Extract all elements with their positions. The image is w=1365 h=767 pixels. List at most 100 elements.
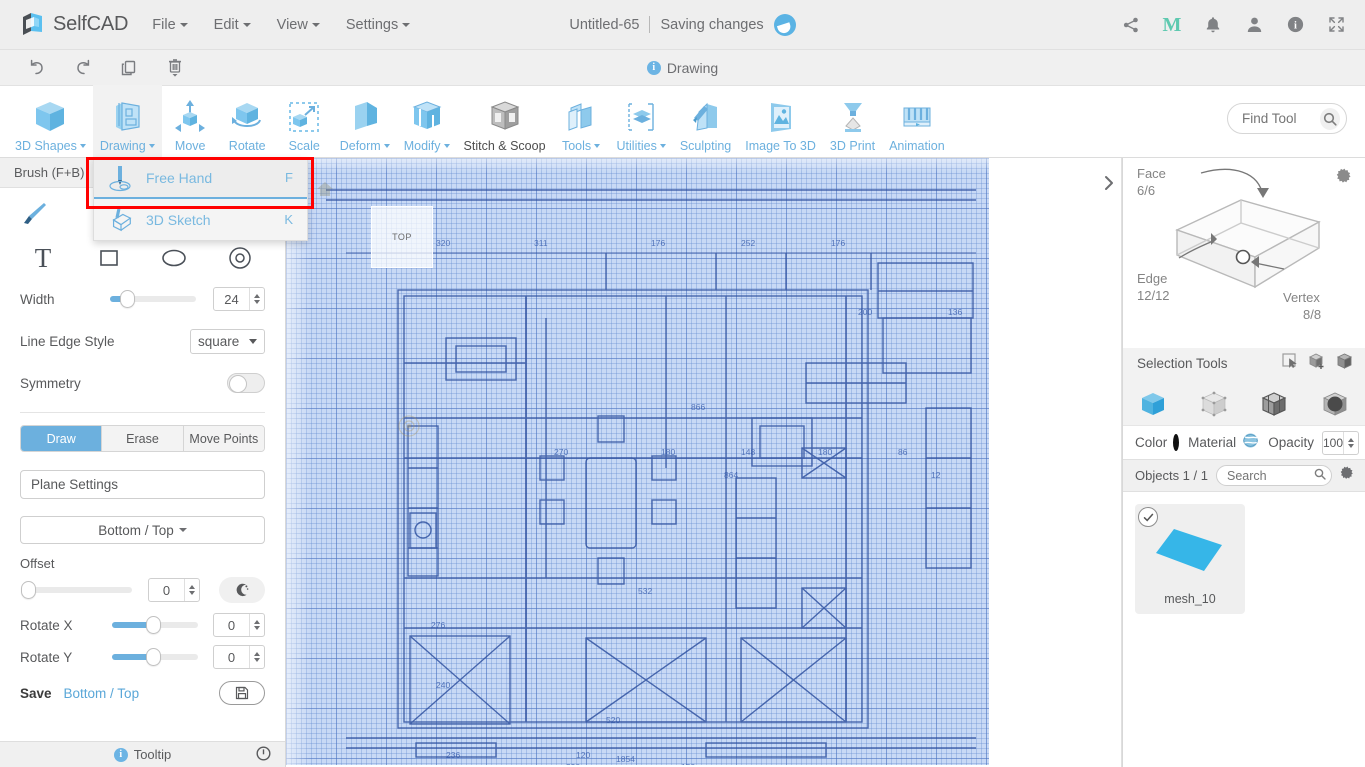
tool-animation-label: Animation <box>889 139 945 153</box>
box-add-select-icon[interactable] <box>1308 352 1326 375</box>
face-mode-icon[interactable] <box>1318 387 1352 421</box>
flip-plane-button[interactable] <box>219 577 265 603</box>
user-account-icon[interactable] <box>1243 14 1265 36</box>
tool-modify[interactable]: Modify <box>397 85 457 157</box>
collapse-right-panel-button[interactable] <box>1096 168 1122 198</box>
opacity-value: 100 <box>1322 435 1343 450</box>
canvas-right-divider <box>1121 158 1122 767</box>
tool-scale[interactable]: Scale <box>276 85 333 157</box>
width-stepper[interactable] <box>249 288 264 310</box>
find-tool-input[interactable] <box>1242 111 1320 126</box>
symmetry-toggle[interactable] <box>227 373 265 393</box>
opacity-input[interactable]: 100 <box>1321 430 1359 455</box>
blueprint-floorplan-image: 320 311 176 252 176 200 136 866 270 180 148 18… <box>286 158 989 765</box>
objects-search-input[interactable] <box>1226 468 1314 483</box>
tool-utilities[interactable]: Utilities <box>610 85 673 157</box>
free-hand-shortcut: F <box>285 170 293 185</box>
ellipse-tool-icon[interactable] <box>155 241 193 275</box>
edge-mode-icon[interactable] <box>1257 387 1291 421</box>
drawing-menu-item-free-hand[interactable]: Free Hand F <box>94 158 307 199</box>
menu-file[interactable]: File <box>150 13 189 37</box>
home-view-icon[interactable] <box>316 180 334 203</box>
offset-numeric-input[interactable]: 0 <box>148 578 200 602</box>
rotate-x-numeric-input[interactable]: 0 <box>213 613 265 637</box>
rotate-x-stepper[interactable] <box>249 614 264 636</box>
tool-deform[interactable]: Deform <box>333 85 397 157</box>
viewport-canvas[interactable]: 320 311 176 252 176 200 136 866 270 180 148 18… <box>286 158 1122 767</box>
search-icon[interactable] <box>1314 467 1326 485</box>
tool-move[interactable]: Move <box>162 85 219 157</box>
plane-settings-select[interactable]: Plane Settings <box>20 470 265 499</box>
svg-text:150: 150 <box>681 762 695 765</box>
mode-erase-button[interactable]: Erase <box>102 426 184 451</box>
notification-bell-icon[interactable] <box>1202 14 1224 36</box>
mega-icon[interactable]: M <box>1161 14 1183 36</box>
object-mode-icon[interactable] <box>1136 387 1170 421</box>
plane-preset-label: Bottom / Top <box>98 522 174 538</box>
drawing-menu-item-3d-sketch[interactable]: 3D Sketch K <box>94 199 307 240</box>
mode-draw-button[interactable]: Draw <box>21 426 103 451</box>
rotate-y-slider[interactable] <box>112 648 198 666</box>
info-icon[interactable]: i <box>1284 14 1306 36</box>
tool-image-to-3d[interactable]: Image To 3D <box>738 85 823 157</box>
fullscreen-icon[interactable] <box>1325 14 1347 36</box>
save-plane-button[interactable] <box>219 681 265 705</box>
divider <box>20 412 265 413</box>
power-info-icon[interactable] <box>256 745 271 764</box>
undo-button[interactable] <box>14 53 60 83</box>
rotate-y-stepper[interactable] <box>249 646 264 668</box>
tab-brush[interactable]: Brush (F+B) <box>0 158 98 187</box>
header-actions: M i <box>1120 14 1353 36</box>
tool-3d-print[interactable]: 3D Print <box>823 85 882 157</box>
rectangle-tool-icon[interactable] <box>90 241 128 275</box>
search-icon[interactable] <box>1320 107 1340 130</box>
tool-rotate[interactable]: Rotate <box>219 85 276 157</box>
rect-select-icon[interactable] <box>1281 352 1298 374</box>
save-target-label[interactable]: Bottom / Top <box>64 686 140 701</box>
line-edge-style-select[interactable]: square <box>190 328 265 354</box>
selection-diagram: Face 6/6 Edge 12/12 Vertex 8/8 <box>1123 158 1365 348</box>
opacity-stepper[interactable] <box>1343 431 1358 454</box>
tool-drawing[interactable]: Drawing <box>92 85 162 157</box>
tool-animation[interactable]: Animation <box>882 85 952 157</box>
plane-preset-button[interactable]: Bottom / Top <box>20 516 265 544</box>
rotate-x-slider[interactable] <box>112 616 198 634</box>
menu-settings[interactable]: Settings <box>344 13 412 37</box>
offset-stepper[interactable] <box>184 579 199 601</box>
tool-tools[interactable]: Tools <box>553 85 610 157</box>
rotate-y-numeric-input[interactable]: 0 <box>213 645 265 669</box>
mode-move-points-button[interactable]: Move Points <box>183 426 264 451</box>
text-tool-icon[interactable]: T <box>24 241 62 275</box>
menu-edit[interactable]: Edit <box>212 13 253 37</box>
animation-icon <box>896 95 938 139</box>
3d-sketch-label: 3D Sketch <box>146 211 211 228</box>
image-to-3d-icon <box>760 95 802 139</box>
tool-3d-shapes[interactable]: 3D Shapes <box>8 85 93 157</box>
circle-dot-tool-icon[interactable] <box>221 241 259 275</box>
svg-text:252: 252 <box>741 238 755 248</box>
color-swatch[interactable] <box>1173 434 1180 451</box>
delete-button[interactable] <box>152 53 198 83</box>
tool-stitch-and-scoop[interactable]: Stitch & Scoop <box>457 85 553 157</box>
tool-sculpting[interactable]: Sculpting <box>673 85 738 157</box>
selection-mode-row <box>1123 382 1365 426</box>
width-slider[interactable] <box>110 290 196 308</box>
object-card[interactable]: mesh_10 <box>1135 504 1245 614</box>
vertex-mode-icon[interactable] <box>1197 387 1231 421</box>
menu-view[interactable]: View <box>275 13 322 37</box>
box-through-select-icon[interactable] <box>1336 352 1353 375</box>
svg-text:276: 276 <box>431 620 445 630</box>
top-plane-label-box[interactable]: TOP <box>371 206 433 268</box>
copy-button[interactable] <box>106 53 152 83</box>
app-logo[interactable]: SelfCAD <box>20 11 128 38</box>
material-icon[interactable] <box>1242 432 1259 454</box>
object-selected-check-icon[interactable] <box>1138 507 1158 527</box>
find-tool-search[interactable] <box>1227 103 1347 134</box>
redo-button[interactable] <box>60 53 106 83</box>
offset-slider[interactable] <box>21 581 132 599</box>
objects-search-box[interactable] <box>1215 465 1332 486</box>
objects-settings-gear-icon[interactable] <box>1340 466 1355 486</box>
share-icon[interactable] <box>1120 14 1142 36</box>
brush-icon[interactable] <box>20 201 48 232</box>
width-numeric-input[interactable]: 24 <box>213 287 265 311</box>
